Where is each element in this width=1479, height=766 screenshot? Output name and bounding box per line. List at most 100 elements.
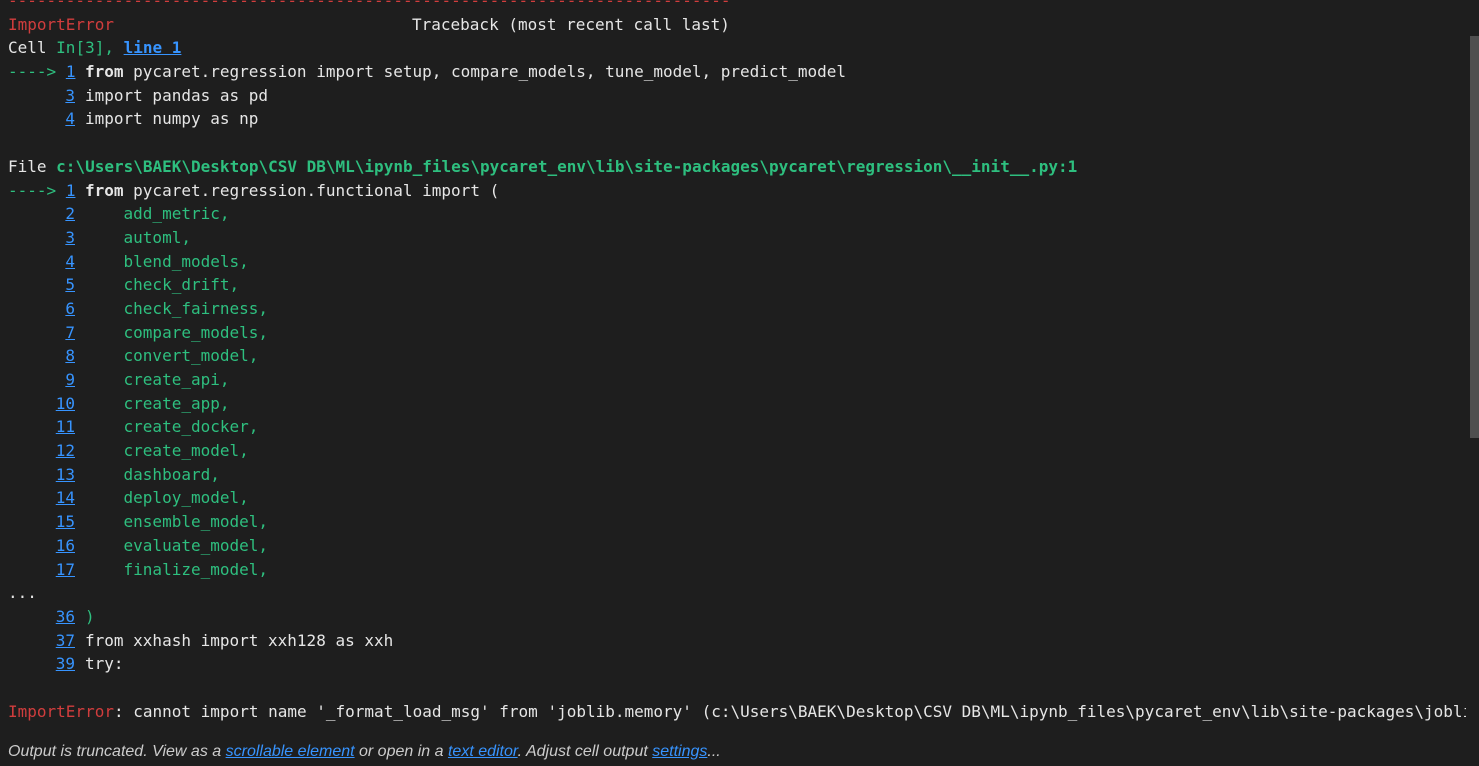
code-line: 16 evaluate_model, [8,534,1466,558]
traceback-separator: ----------------------------------------… [8,0,731,10]
code-line: 37 from xxhash import xxh128 as xxh [8,629,1466,653]
code-line: 4 blend_models, [8,250,1466,274]
line-number-link[interactable]: 15 [8,510,75,534]
code-text: import numpy as np [85,109,259,129]
code-line: ----> 1 from pycaret.regression.functiona… [8,179,1466,203]
import-name: create_model, [123,441,249,461]
file-path[interactable]: c:\Users\BAEK\Desktop\CSV DB\ML\ipynb_fi… [56,157,1077,176]
current-line-marker: ----> 1 [8,179,75,203]
line-number-link[interactable]: 9 [8,368,75,392]
code-text: pycaret.regression.functional import ( [123,180,500,200]
cell-reference-line: Cell In[3], line 1 [8,36,1466,60]
frame-module: ----> 1 from pycaret.regression.functiona… [8,179,1466,676]
line-number-link[interactable]: 5 [8,273,75,297]
import-name: evaluate_model, [123,535,269,555]
import-name: convert_model, [123,346,259,366]
line-number-link[interactable]: 16 [8,534,75,558]
footer-text-1: Output is truncated. View as a [8,743,226,760]
code-line: 8 convert_model, [8,344,1466,368]
line-number-link[interactable]: 17 [8,558,75,582]
truncation-notice: Output is truncated. View as a scrollabl… [8,741,721,763]
arrow-marker: ----> [8,180,57,200]
code-line: 12 create_model, [8,439,1466,463]
line-number-link[interactable]: 13 [8,463,75,487]
code-text: import pandas as pd [85,85,269,105]
import-name: automl, [123,227,191,247]
code-text: ) [85,606,95,626]
ellipsis: ... [8,583,37,603]
code-line: 11 create_docker, [8,415,1466,439]
line-number-link[interactable]: 4 [8,250,75,274]
vertical-scrollbar[interactable] [1469,0,1479,742]
settings-link[interactable]: settings [652,743,707,760]
import-name: dashboard, [123,464,220,484]
file-line: File c:\Users\BAEK\Desktop\CSV DB\ML\ipy… [8,155,1466,179]
scrollable-element-link[interactable]: scrollable element [226,743,355,760]
import-name: add_metric, [123,204,230,224]
line-number-link[interactable]: 12 [8,439,75,463]
import-name: check_drift, [123,275,240,295]
cell-output: ----------------------------------------… [0,0,1466,742]
text-editor-link[interactable]: text editor [448,743,518,760]
traceback-header-line: ImportError Traceback (most recent call l… [8,13,1466,37]
code-line: 10 create_app, [8,392,1466,416]
line-number-link[interactable]: 3 [8,84,75,108]
traceback-header: Traceback (most recent call last) [412,14,730,34]
line-number-link[interactable]: 14 [8,486,75,510]
line-number-link[interactable]: 1 [66,62,76,81]
footer-text-4: ... [707,743,721,760]
code-keyword: from [85,62,124,82]
cell-line-link[interactable]: line 1 [124,38,182,57]
code-line: 3 automl, [8,226,1466,250]
line-number-link[interactable]: 4 [8,107,75,131]
footer-text-3: . Adjust cell output [517,743,653,760]
import-name: create_api, [123,370,230,389]
final-error-message: : cannot import name '_format_load_msg' … [113,701,1466,721]
line-number-link[interactable]: 2 [8,202,75,226]
line-number-link[interactable]: 37 [8,629,75,653]
line-number-link[interactable]: 8 [8,344,75,368]
current-line-marker: ----> 1 [8,60,75,84]
import-name: compare_models, [123,322,269,342]
code-line: 2 add_metric, [8,202,1466,226]
code-line: 5 check_drift, [8,273,1466,297]
code-line: 15 ensemble_model, [8,510,1466,534]
error-name: ImportError [8,14,114,34]
line-number-link[interactable]: 7 [8,321,75,345]
final-error-name: ImportError [8,701,114,721]
scrollbar-thumb[interactable] [1470,36,1479,438]
final-error-line: ImportError: cannot import name '_format… [8,700,1466,724]
code-line: 14 deploy_model, [8,486,1466,510]
import-name: finalize_model, [123,559,269,579]
code-line: 7 compare_models, [8,321,1466,345]
frame-cell: ----> 1 from pycaret.regression import se… [8,60,1466,131]
code-line: 36) [8,605,1466,629]
code-text: pycaret.regression import setup, compare… [123,62,846,82]
code-line: 39 try: [8,652,1466,676]
line-number-link[interactable]: 39 [8,652,75,676]
footer-text-2: or open in a [354,743,448,760]
code-line: 13 dashboard, [8,463,1466,487]
line-number-link[interactable]: 11 [8,415,75,439]
code-text: from xxhash import xxh128 as xxh [85,630,394,650]
line-number-link[interactable]: 36 [8,605,75,629]
code-keyword: from [85,180,124,200]
import-name: create_docker, [123,417,259,437]
import-name: deploy_model, [123,488,249,508]
line-number-link[interactable]: 3 [8,226,75,250]
import-name: create_app, [123,393,230,413]
import-name: blend_models, [123,251,249,271]
import-name: check_fairness, [123,298,269,318]
line-number-link[interactable]: 1 [66,181,76,200]
code-line: 6 check_fairness, [8,297,1466,321]
arrow-marker: ----> [8,62,57,82]
code-line: ----> 1 from pycaret.regression import se… [8,60,1466,84]
line-number-link[interactable]: 6 [8,297,75,321]
file-prefix: File [8,156,57,176]
import-name: ensemble_model, [123,512,269,532]
code-line: 4 import numpy as np [8,107,1466,131]
code-line: 3 import pandas as pd [8,84,1466,108]
line-number-link[interactable]: 10 [8,392,75,416]
